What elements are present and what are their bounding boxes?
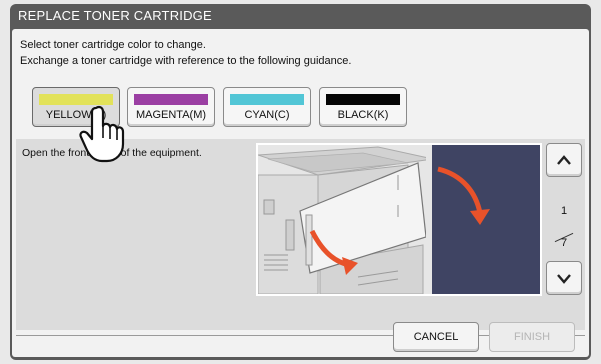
page-total: 7 xyxy=(560,237,568,249)
page-current: 1 xyxy=(560,205,568,217)
dialog-body: Select toner cartridge color to change. … xyxy=(12,29,589,357)
instruction-line-2: Exchange a toner cartridge with referenc… xyxy=(20,55,352,67)
magenta-label: MAGENTA(M) xyxy=(135,109,207,121)
cancel-button[interactable]: CANCEL xyxy=(393,322,479,352)
cyan-label: CYAN(C) xyxy=(244,109,290,121)
finish-button[interactable]: FINISH xyxy=(489,322,575,352)
guidance-illustration xyxy=(256,143,542,296)
magenta-swatch xyxy=(134,94,208,105)
black-label: BLACK(K) xyxy=(337,109,389,121)
dialog-title: REPLACE TONER CARTRIDGE xyxy=(18,8,212,23)
cyan-button[interactable]: CYAN(C) xyxy=(223,87,311,127)
hand-pointer-icon xyxy=(79,105,125,163)
instructions: Select toner cartridge color to change. … xyxy=(20,37,351,69)
black-swatch xyxy=(326,94,400,105)
chevron-down-icon xyxy=(557,274,571,284)
chevron-up-icon xyxy=(557,155,571,165)
instruction-line-1: Select toner cartridge color to change. xyxy=(20,39,206,51)
printer-illustration xyxy=(258,145,540,294)
magenta-button[interactable]: MAGENTA(M) xyxy=(127,87,215,127)
scroll-up-button[interactable] xyxy=(546,143,582,177)
dialog-window: REPLACE TONER CARTRIDGE Select toner car… xyxy=(10,4,591,360)
scroll-down-button[interactable] xyxy=(546,261,582,295)
cyan-swatch xyxy=(230,94,304,105)
black-button[interactable]: BLACK(K) xyxy=(319,87,407,127)
guidance-area: Open the front cover of the equipment. xyxy=(16,139,585,330)
